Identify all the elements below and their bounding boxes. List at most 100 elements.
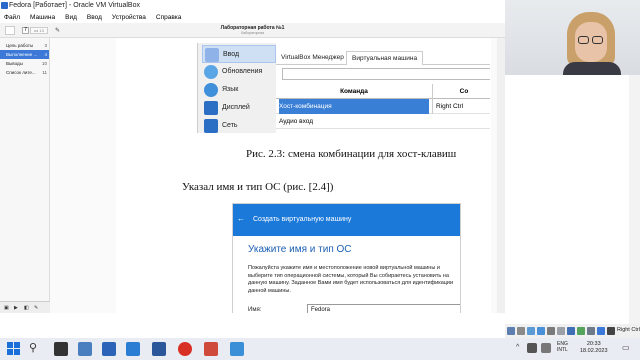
keyboard-icon bbox=[205, 48, 219, 62]
recording-icon[interactable] bbox=[577, 327, 585, 335]
outline-item[interactable]: Список лите... 11 bbox=[0, 68, 49, 77]
glasses-right bbox=[592, 36, 603, 44]
wizard-header-title: Создать виртуальную машину bbox=[253, 216, 352, 223]
chevron-up-icon[interactable]: ^ bbox=[516, 344, 519, 351]
file-explorer-icon[interactable] bbox=[78, 342, 92, 356]
windows-logo-pane bbox=[14, 349, 20, 355]
document-canvas[interactable]: Ввод Обновления Язык Дисплей Сеть Virtua… bbox=[50, 38, 505, 313]
display-status-icon[interactable] bbox=[567, 327, 575, 335]
cpu-icon[interactable] bbox=[587, 327, 595, 335]
menu-devices[interactable]: Устройства bbox=[107, 12, 151, 23]
settings-item-label: Язык bbox=[222, 86, 239, 93]
column-header: Команда bbox=[340, 88, 368, 95]
globe-icon bbox=[204, 65, 218, 79]
paragraph: Указал имя и тип ОС (рис. [2.4]) bbox=[182, 181, 334, 193]
clock[interactable]: 20:33 18.02.2023 bbox=[580, 341, 608, 355]
outline-view-icon[interactable]: ▣ bbox=[4, 305, 10, 311]
settings-item-label: Обновления bbox=[222, 68, 263, 75]
outline-panel: Цель работы 3 Выполнение ... 4 Выводы 10 Сп… bbox=[0, 38, 50, 313]
windows-logo-pane bbox=[7, 349, 13, 355]
task-view-icon[interactable] bbox=[54, 342, 68, 356]
menu-view[interactable]: Вид bbox=[60, 12, 82, 23]
outline-toolbar: ▣ ▶ ◧ ✎ bbox=[0, 301, 50, 313]
table-row: Хост-комбинация Right Ctrl bbox=[276, 99, 490, 114]
wizard-header: ← Создать виртуальную машину bbox=[233, 204, 460, 236]
virtualbox-taskbar-icon[interactable] bbox=[102, 342, 116, 356]
table-header: Команда Со bbox=[276, 84, 490, 99]
language-indicator[interactable]: ENG INTL bbox=[557, 341, 568, 353]
tab-virtual-machine: Виртуальная машина bbox=[346, 51, 424, 65]
menu-file[interactable]: Файл bbox=[0, 12, 25, 23]
search-icon[interactable]: ⚲ bbox=[29, 341, 43, 355]
settings-item-input: Ввод bbox=[202, 45, 276, 63]
clock-date: 18.02.2023 bbox=[580, 348, 608, 354]
outline-item-page: 4 bbox=[44, 52, 47, 57]
window-title: Fedora [Работает] - Oracle VM VirtualBox bbox=[9, 2, 140, 9]
shortcut-search-field bbox=[282, 68, 490, 80]
language-layout: INTL bbox=[557, 347, 568, 353]
shortcut-table: Команда Со Хост-комбинация Right Ctrl Ауди… bbox=[276, 84, 490, 129]
back-arrow-icon: ← bbox=[237, 214, 245, 223]
annotations-icon[interactable]: ✎ bbox=[34, 305, 40, 311]
right-region bbox=[505, 75, 640, 338]
mouse-integration-icon[interactable] bbox=[597, 327, 605, 335]
name-label: Имя: bbox=[248, 307, 262, 313]
app-taskbar-icon[interactable] bbox=[126, 342, 140, 356]
settings-item-display: Дисплей bbox=[202, 99, 276, 117]
pdf-viewer-icon[interactable] bbox=[204, 342, 218, 356]
thumbnails-icon[interactable]: ▶ bbox=[14, 305, 20, 311]
language-icon bbox=[204, 83, 218, 97]
outline-item-page: 11 bbox=[42, 70, 47, 75]
hard-disk-icon[interactable] bbox=[507, 327, 515, 335]
outline-item[interactable]: Цель работы 3 bbox=[0, 41, 49, 50]
outline-item-label: Выполнение ... bbox=[6, 52, 38, 57]
outline-item-label: Выводы bbox=[6, 61, 23, 66]
outline-item[interactable]: Выводы 10 bbox=[0, 59, 49, 68]
glasses-left bbox=[578, 36, 589, 44]
taskbar: ⚲ ^ ENG INTL 20:33 18.02.2023 ▭ bbox=[0, 338, 640, 360]
settings-item-label: Дисплей bbox=[222, 104, 250, 111]
start-button[interactable] bbox=[7, 342, 21, 356]
keyboard-status-icon[interactable] bbox=[607, 327, 615, 335]
vbox-statusbar: Right Ctrl bbox=[505, 324, 640, 338]
vbox-titlebar: Fedora [Работает] - Oracle VM VirtualBox bbox=[0, 0, 505, 12]
chrome-icon[interactable] bbox=[178, 342, 192, 356]
settings-item-label: Сеть bbox=[222, 122, 238, 129]
outline-item-selected[interactable]: Выполнение ... 4 bbox=[0, 50, 49, 59]
row-command: Хост-комбинация bbox=[279, 99, 429, 114]
volume-icon[interactable] bbox=[541, 343, 551, 353]
optical-drive-icon[interactable] bbox=[517, 327, 525, 335]
webcam-overlay bbox=[505, 0, 640, 75]
settings-item-label: Ввод bbox=[223, 51, 240, 58]
document-scrollbar[interactable] bbox=[497, 38, 505, 313]
settings-main: VirtualBox Менеджер Виртуальная машина К… bbox=[276, 43, 490, 133]
person-body bbox=[563, 62, 621, 75]
wizard-description: Пожалуйста укажите имя и местоположение … bbox=[248, 265, 454, 294]
notifications-icon[interactable]: ▭ bbox=[622, 343, 630, 352]
settings-sidebar: Ввод Обновления Язык Дисплей Сеть bbox=[198, 43, 276, 133]
usb-icon[interactable] bbox=[547, 327, 555, 335]
word-icon[interactable] bbox=[152, 342, 166, 356]
column-header: Со bbox=[432, 84, 490, 99]
network-status-icon[interactable] bbox=[537, 327, 545, 335]
battery-icon[interactable] bbox=[527, 343, 537, 353]
network-icon bbox=[204, 119, 218, 133]
table-row: Аудио вход bbox=[276, 114, 490, 129]
windows-logo-pane bbox=[14, 342, 20, 348]
window-scrollbar[interactable] bbox=[629, 75, 640, 338]
menu-machine[interactable]: Машина bbox=[25, 12, 60, 23]
photos-icon[interactable] bbox=[230, 342, 244, 356]
viewer-toolbar: 7 из 13 ✎ Лабораторная работа №1 Лаборат… bbox=[0, 23, 505, 38]
bookmarks-icon[interactable]: ◧ bbox=[24, 305, 30, 311]
audio-icon[interactable] bbox=[527, 327, 535, 335]
shared-folders-icon[interactable] bbox=[557, 327, 565, 335]
menu-input[interactable]: Ввод bbox=[82, 12, 107, 23]
menu-help[interactable]: Справка bbox=[151, 12, 187, 23]
settings-item-network: Сеть bbox=[202, 117, 276, 133]
virtualbox-icon bbox=[1, 2, 8, 9]
row-shortcut: Right Ctrl bbox=[432, 99, 490, 114]
row-command: Аудио вход bbox=[279, 118, 314, 125]
document-subtitle: Лабораторная bbox=[240, 31, 265, 35]
outline-item-page: 10 bbox=[41, 61, 47, 66]
clock-time: 20:33 bbox=[586, 341, 601, 347]
